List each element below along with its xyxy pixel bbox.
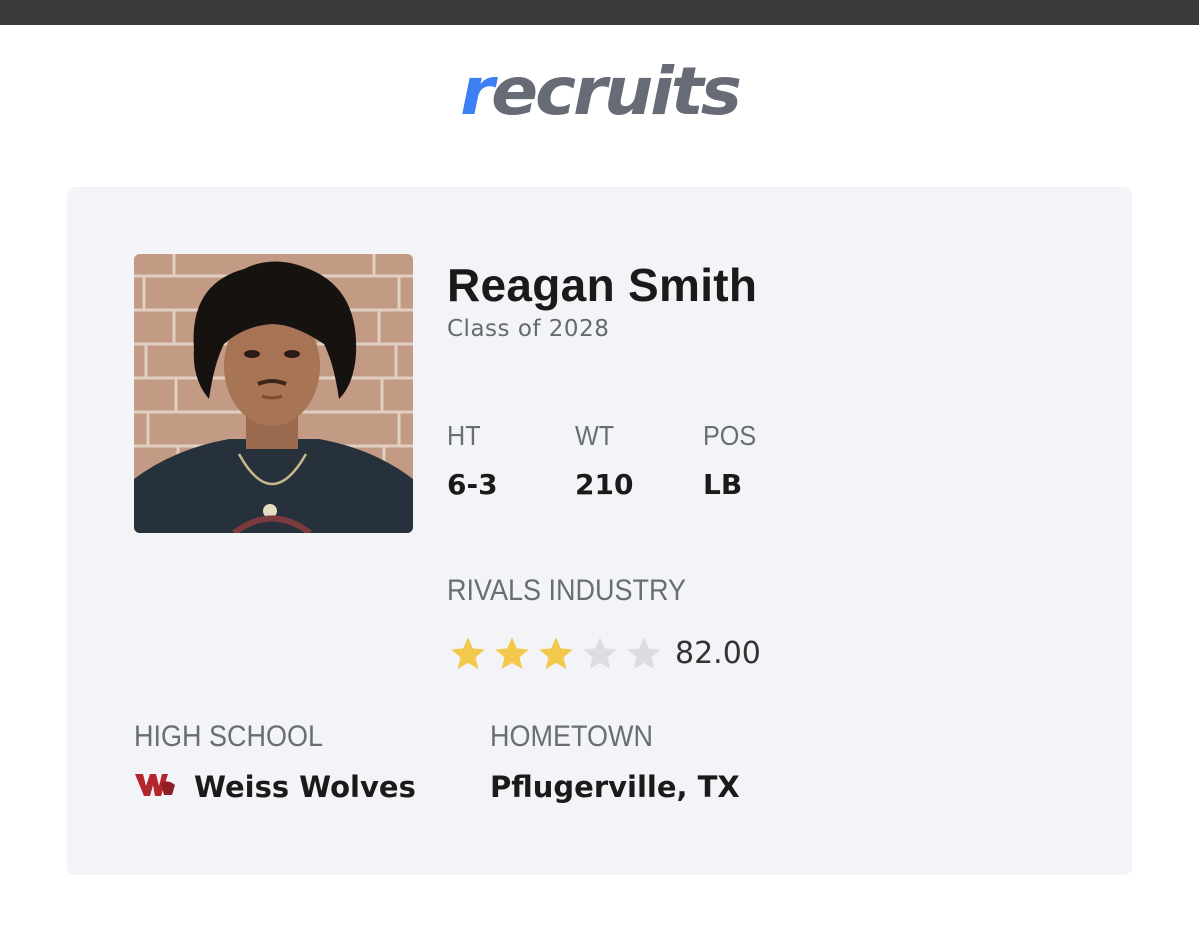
star-rating [448,634,668,674]
high-school-name[interactable]: Weiss Wolves [194,770,416,804]
rating-score: 82.00 [675,636,761,671]
rating-label: RIVALS INDUSTRY [447,574,687,607]
weiss-wolves-logo-icon [134,771,176,799]
logo-letter-r: r [460,53,494,130]
player-photo [134,254,413,533]
weight-label: WT [575,420,615,451]
star-filled-icon [451,637,485,669]
star-filled-icon [539,637,573,669]
logo-text: ecruits [491,53,742,130]
player-headshot-icon [134,254,413,533]
position-label: POS [703,420,757,451]
hometown-value: Pflugerville, TX [490,770,740,804]
player-name: Reagan Smith [447,259,758,311]
position-value: LB [703,468,743,501]
window-top-bar [0,0,1199,25]
player-class: Class of 2028 [447,316,610,342]
weight-value: 210 [575,468,634,501]
height-label: HT [447,420,481,451]
height-value: 6-3 [447,468,498,501]
star-empty-icon [627,637,661,669]
high-school-label: HIGH SCHOOL [134,720,324,753]
recruits-logo[interactable]: recruits [0,52,1199,132]
star-filled-icon [495,637,529,669]
star-empty-icon [583,637,617,669]
hometown-label: HOMETOWN [490,720,653,753]
